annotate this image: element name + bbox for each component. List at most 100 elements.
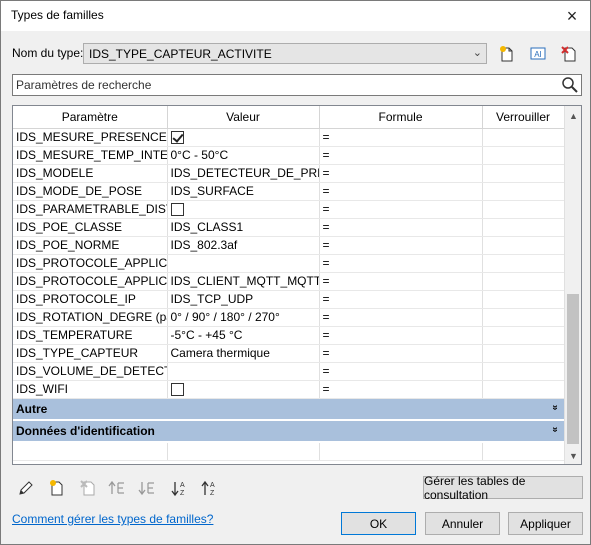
table-row[interactable]: IDS_ROTATION_DEGRE (par 0° / 90° / 180° /… bbox=[13, 308, 565, 327]
parameter-name-cell[interactable]: IDS_PROTOCOLE_IP bbox=[13, 290, 168, 309]
delete-parameter-icon[interactable] bbox=[77, 477, 99, 499]
lock-cell[interactable] bbox=[482, 146, 565, 165]
formula-cell[interactable]: = bbox=[319, 308, 483, 327]
lock-cell[interactable] bbox=[482, 128, 565, 147]
parameter-name-cell[interactable]: IDS_VOLUME_DE_DETECTIO bbox=[13, 362, 168, 381]
vertical-scrollbar[interactable]: ▲ ▼ bbox=[564, 106, 581, 464]
table-row[interactable]: IDS_VOLUME_DE_DETECTIO = bbox=[13, 362, 565, 381]
expand-chevron-icon[interactable]: » bbox=[550, 427, 561, 433]
new-parameter-icon[interactable] bbox=[46, 477, 68, 499]
parameter-name-cell[interactable]: IDS_PARAMETRABLE_DISTA bbox=[13, 200, 168, 219]
value-cell[interactable]: IDS_802.3af bbox=[167, 236, 320, 255]
formula-cell[interactable]: = bbox=[319, 218, 483, 237]
formula-cell[interactable]: = bbox=[319, 362, 483, 381]
edit-parameter-icon[interactable] bbox=[15, 477, 37, 499]
table-row[interactable]: IDS_MODELEIDS_DETECTEUR_DE_PRESEN= bbox=[13, 164, 565, 183]
table-row[interactable]: IDS_MESURE_TEMP_INTERIE0°C - 50°C= bbox=[13, 146, 565, 165]
table-row[interactable]: IDS_MODE_DE_POSE IDS_SURFACE = bbox=[13, 182, 565, 201]
scroll-down-icon[interactable]: ▼ bbox=[565, 447, 581, 464]
group-header-row[interactable]: Autre » bbox=[13, 398, 564, 421]
formula-cell[interactable]: = bbox=[319, 380, 483, 399]
table-row[interactable]: IDS_PARAMETRABLE_DISTA = bbox=[13, 200, 565, 219]
parameter-name-cell[interactable]: IDS_PROTOCOLE_APPLICATI bbox=[13, 272, 168, 291]
value-cell[interactable] bbox=[167, 128, 320, 147]
table-row[interactable]: IDS_TEMPERATURE -5°C - +45 °C = bbox=[13, 326, 565, 345]
lock-cell[interactable] bbox=[482, 254, 565, 273]
cancel-button[interactable]: Annuler bbox=[425, 512, 500, 535]
parameter-name-cell[interactable]: IDS_MESURE_PRESENCE bbox=[13, 128, 168, 147]
lock-cell[interactable] bbox=[482, 164, 565, 183]
formula-cell[interactable]: = bbox=[319, 182, 483, 201]
parameter-name-cell[interactable]: IDS_TEMPERATURE bbox=[13, 326, 168, 345]
formula-cell[interactable]: = bbox=[319, 128, 483, 147]
parameter-name-cell[interactable]: IDS_MODE_DE_POSE bbox=[13, 182, 168, 201]
ok-button[interactable]: OK bbox=[341, 512, 416, 535]
move-down-icon[interactable] bbox=[136, 477, 158, 499]
formula-cell[interactable]: = bbox=[319, 326, 483, 345]
parameter-search-input[interactable]: Paramètres de recherche bbox=[12, 74, 582, 96]
formula-cell[interactable]: = bbox=[319, 272, 483, 291]
group-header[interactable]: Données d'identification » bbox=[13, 420, 564, 443]
lock-cell[interactable] bbox=[482, 218, 565, 237]
formula-cell[interactable]: = bbox=[319, 290, 483, 309]
parameter-name-cell[interactable]: IDS_ROTATION_DEGRE (par bbox=[13, 308, 168, 327]
value-cell[interactable]: IDS_CLIENT_MQTT_MQTTS bbox=[167, 272, 320, 291]
column-header-value[interactable]: Valeur bbox=[167, 106, 320, 129]
formula-cell[interactable]: = bbox=[319, 236, 483, 255]
lock-cell[interactable] bbox=[482, 272, 565, 291]
table-row[interactable]: IDS_PROTOCOLE_APPLICATI = bbox=[13, 254, 565, 273]
delete-type-icon[interactable] bbox=[558, 43, 580, 65]
search-icon[interactable] bbox=[561, 76, 579, 94]
value-cell[interactable]: IDS_CLASS1 bbox=[167, 218, 320, 237]
value-cell[interactable] bbox=[167, 254, 320, 273]
lock-cell[interactable] bbox=[482, 290, 565, 309]
apply-button[interactable]: Appliquer bbox=[508, 512, 583, 535]
formula-cell[interactable]: = bbox=[319, 344, 483, 363]
formula-cell[interactable]: = bbox=[319, 254, 483, 273]
column-header-formula[interactable]: Formule bbox=[319, 106, 483, 129]
parameter-name-cell[interactable]: IDS_POE_CLASSE bbox=[13, 218, 168, 237]
value-cell[interactable] bbox=[167, 380, 320, 399]
table-row[interactable]: IDS_WIFI = bbox=[13, 380, 565, 399]
group-header-row[interactable]: Données d'identification » bbox=[13, 420, 564, 443]
table-row[interactable]: IDS_TYPE_CAPTEUR Camera thermique = bbox=[13, 344, 565, 363]
help-link[interactable]: Comment gérer les types de familles? bbox=[12, 512, 213, 526]
sort-ascending-icon[interactable]: AZ bbox=[169, 477, 191, 499]
parameter-name-cell[interactable]: IDS_POE_NORME bbox=[13, 236, 168, 255]
parameter-name-cell[interactable]: IDS_MODELE bbox=[13, 164, 168, 183]
value-cell[interactable] bbox=[167, 200, 320, 219]
parameter-name-cell[interactable]: IDS_PROTOCOLE_APPLICATI bbox=[13, 254, 168, 273]
table-row[interactable]: IDS_PROTOCOLE_APPLICATIIDS_CLIENT_MQTT_M… bbox=[13, 272, 565, 291]
value-cell[interactable]: IDS_SURFACE bbox=[167, 182, 320, 201]
lock-cell[interactable] bbox=[482, 200, 565, 219]
move-up-icon[interactable] bbox=[106, 477, 128, 499]
close-button[interactable]: × bbox=[554, 1, 590, 31]
group-header[interactable]: Autre » bbox=[13, 398, 564, 421]
lock-cell[interactable] bbox=[482, 326, 565, 345]
table-row[interactable]: IDS_POE_NORME IDS_802.3af = bbox=[13, 236, 565, 255]
column-header-lock[interactable]: Verrouiller bbox=[482, 106, 565, 129]
value-cell[interactable]: Camera thermique bbox=[167, 344, 320, 363]
manage-lookup-tables-button[interactable]: Gérer les tables de consultation bbox=[423, 474, 583, 502]
new-type-icon[interactable] bbox=[496, 43, 518, 65]
value-cell[interactable]: -5°C - +45 °C bbox=[167, 326, 320, 345]
parameter-name-cell[interactable]: IDS_WIFI bbox=[13, 380, 168, 399]
lock-cell[interactable] bbox=[482, 236, 565, 255]
table-row[interactable]: IDS_PROTOCOLE_IP IDS_TCP_UDP = bbox=[13, 290, 565, 309]
formula-cell[interactable]: = bbox=[319, 146, 483, 165]
checkbox-checked[interactable] bbox=[170, 131, 184, 145]
table-row[interactable]: IDS_POE_CLASSE IDS_CLASS1 = bbox=[13, 218, 565, 237]
scroll-up-icon[interactable]: ▲ bbox=[565, 107, 581, 124]
table-row[interactable]: IDS_MESURE_PRESENCE = bbox=[13, 128, 565, 147]
column-header-parameter[interactable]: Paramètre bbox=[13, 106, 168, 129]
expand-chevron-icon[interactable]: » bbox=[550, 404, 561, 410]
type-name-dropdown[interactable]: IDS_TYPE_CAPTEUR_ACTIVITE ⌄ bbox=[83, 43, 487, 64]
value-cell[interactable]: 0°C - 50°C bbox=[167, 146, 320, 165]
value-cell[interactable] bbox=[167, 362, 320, 381]
lock-cell[interactable] bbox=[482, 308, 565, 327]
rename-type-icon[interactable]: AI bbox=[527, 43, 549, 65]
checkbox-unchecked[interactable] bbox=[170, 203, 184, 217]
lock-cell[interactable] bbox=[482, 362, 565, 381]
formula-cell[interactable]: = bbox=[319, 200, 483, 219]
sort-descending-icon[interactable]: AZ bbox=[199, 477, 221, 499]
